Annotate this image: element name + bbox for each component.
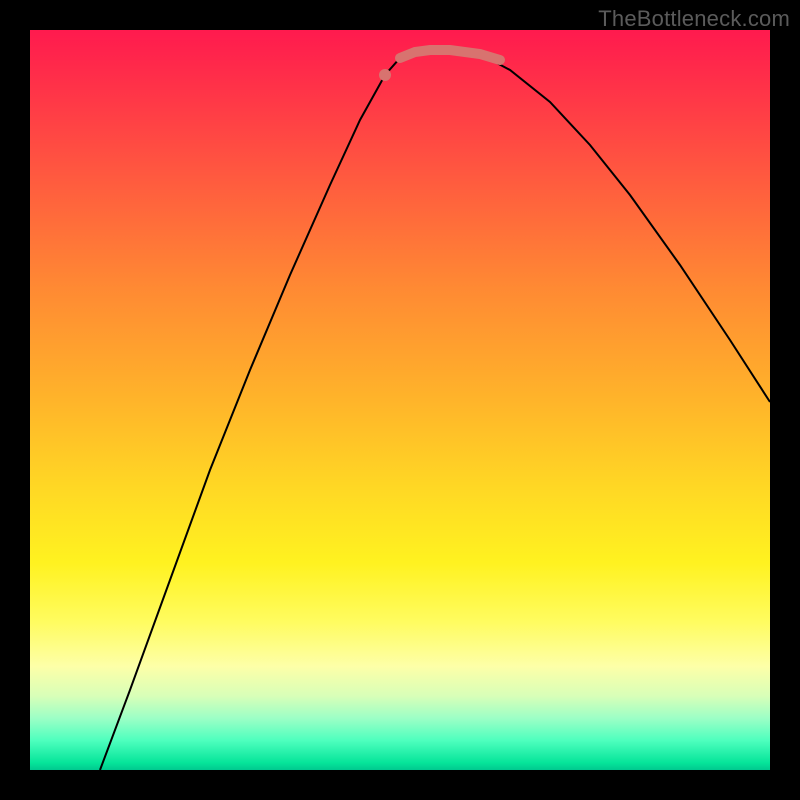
bottleneck-curve-svg <box>30 30 770 770</box>
optimal-point-marker <box>379 69 391 81</box>
optimal-range-highlight <box>400 50 500 60</box>
chart-plot-area <box>30 30 770 770</box>
bottleneck-curve <box>100 50 770 770</box>
watermark-text: TheBottleneck.com <box>598 6 790 32</box>
